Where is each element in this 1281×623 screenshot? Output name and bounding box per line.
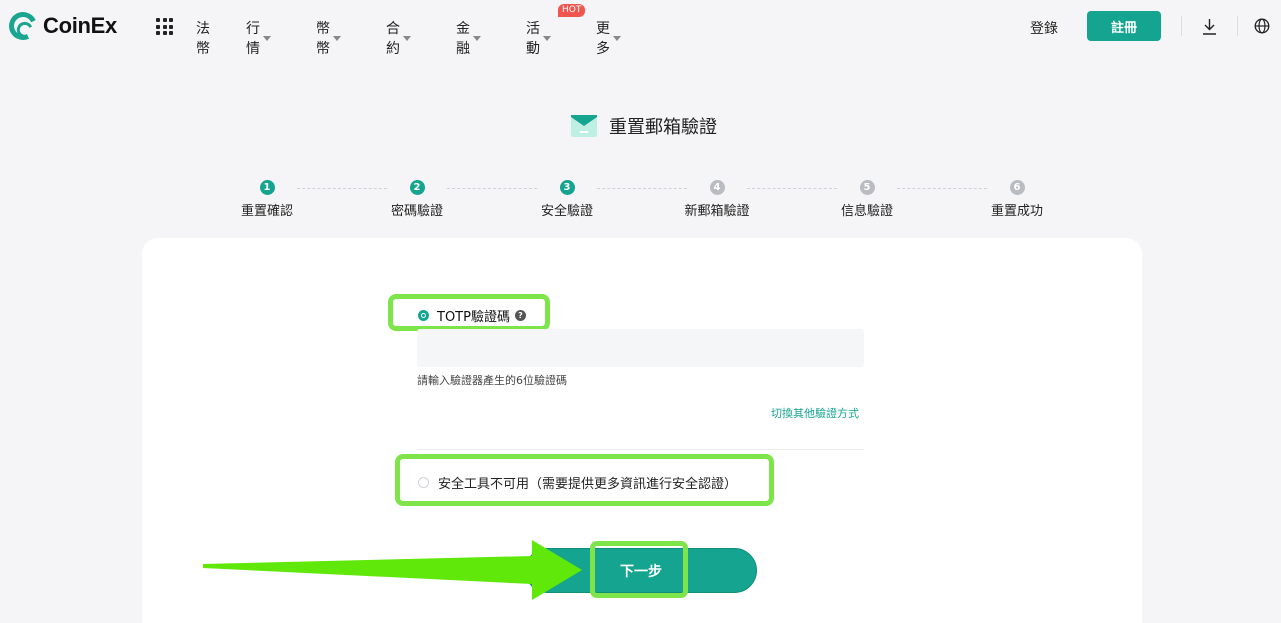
apps-grid-icon[interactable]: [156, 18, 173, 35]
chevron-down-icon: [333, 35, 341, 41]
step-label: 重置成功: [990, 204, 1043, 219]
logo-text: CoinEx: [43, 13, 117, 38]
security-tool-unavailable-option[interactable]: 安全工具不可用（需要提供更多資訊進行安全認證）: [418, 473, 737, 492]
nav-item-6[interactable]: 活動 HOT: [526, 4, 586, 58]
nav-item-label: 金融: [456, 21, 470, 57]
progress-steps: 1 重置確認 2 密碼驗證 3 安全驗證 4 新郵箱驗證 5 信息驗證 6 重置成功: [0, 180, 1281, 220]
nav-item-label: 活動: [526, 21, 540, 57]
step-2: 2 密碼驗證: [357, 180, 477, 219]
step-label: 安全驗證: [540, 204, 593, 219]
annotation-arrow-icon: [203, 540, 582, 600]
step-number: 2: [409, 180, 425, 195]
step-3: 3 安全驗證: [507, 180, 627, 219]
unavailable-label: 安全工具不可用（需要提供更多資訊進行安全認證）: [438, 477, 738, 492]
nav-item-3[interactable]: 幣幣: [316, 18, 341, 58]
chevron-down-icon: [473, 35, 481, 41]
download-icon[interactable]: [1202, 18, 1217, 35]
nav-item-4[interactable]: 合約: [386, 18, 411, 58]
page-header: 重置郵箱驗證: [571, 113, 717, 139]
header-divider: [1181, 16, 1182, 36]
nav-item-1[interactable]: 法幣: [196, 18, 210, 58]
step-1: 1 重置確認: [207, 180, 327, 219]
top-nav-bar: CoinEx 法幣 行情 幣幣 合約 金融 活動 HOT 更多 登錄 註冊: [0, 0, 1281, 57]
totp-radio[interactable]: [418, 310, 429, 321]
step-number: 4: [709, 180, 725, 195]
hot-badge: HOT: [558, 4, 586, 17]
coinex-logo-icon: [5, 8, 41, 44]
help-icon[interactable]: ?: [514, 310, 526, 321]
globe-icon[interactable]: [1254, 18, 1270, 34]
totp-code-input[interactable]: [417, 329, 864, 367]
highlight-box: [590, 541, 688, 598]
step-5: 5 信息驗證: [807, 180, 927, 219]
envelope-icon: [571, 115, 597, 137]
unavailable-radio[interactable]: [418, 477, 429, 488]
nav-item-label: 合約: [386, 21, 400, 57]
page-title: 重置郵箱驗證: [609, 117, 717, 138]
nav-item-label: 行情: [246, 21, 260, 57]
step-label: 新郵箱驗證: [684, 204, 750, 219]
code-hint: 請輸入驗證器產生的6位驗證碼: [417, 374, 567, 387]
nav-item-label: 法幣: [196, 21, 210, 57]
totp-label: TOTP驗證碼: [437, 310, 510, 325]
chevron-down-icon: [543, 35, 551, 41]
chevron-down-icon: [403, 35, 411, 41]
step-number: 5: [859, 180, 875, 195]
divider: [417, 449, 864, 450]
chevron-down-icon: [263, 35, 271, 41]
coinex-logo[interactable]: CoinEx: [5, 8, 117, 44]
nav-item-2[interactable]: 行情: [246, 18, 271, 58]
switch-method-link[interactable]: 切換其他驗證方式: [771, 405, 859, 421]
nav-item-7[interactable]: 更多: [596, 18, 621, 58]
step-number: 1: [259, 180, 275, 195]
step-number: 6: [1009, 180, 1025, 195]
step-label: 密碼驗證: [390, 204, 443, 219]
login-link[interactable]: 登錄: [1030, 18, 1058, 38]
step-number: 3: [559, 180, 575, 195]
step-6: 6 重置成功: [957, 180, 1077, 219]
register-button[interactable]: 註冊: [1087, 11, 1161, 41]
nav-item-label: 幣幣: [316, 21, 330, 57]
header-divider: [1237, 16, 1238, 36]
step-label: 重置確認: [240, 204, 293, 219]
chevron-down-icon: [613, 35, 621, 41]
nav-item-5[interactable]: 金融: [456, 18, 481, 58]
nav-item-label: 更多: [596, 21, 610, 57]
step-label: 信息驗證: [840, 204, 893, 219]
totp-option[interactable]: TOTP驗證碼 ?: [418, 306, 526, 325]
step-4: 4 新郵箱驗證: [657, 180, 777, 219]
